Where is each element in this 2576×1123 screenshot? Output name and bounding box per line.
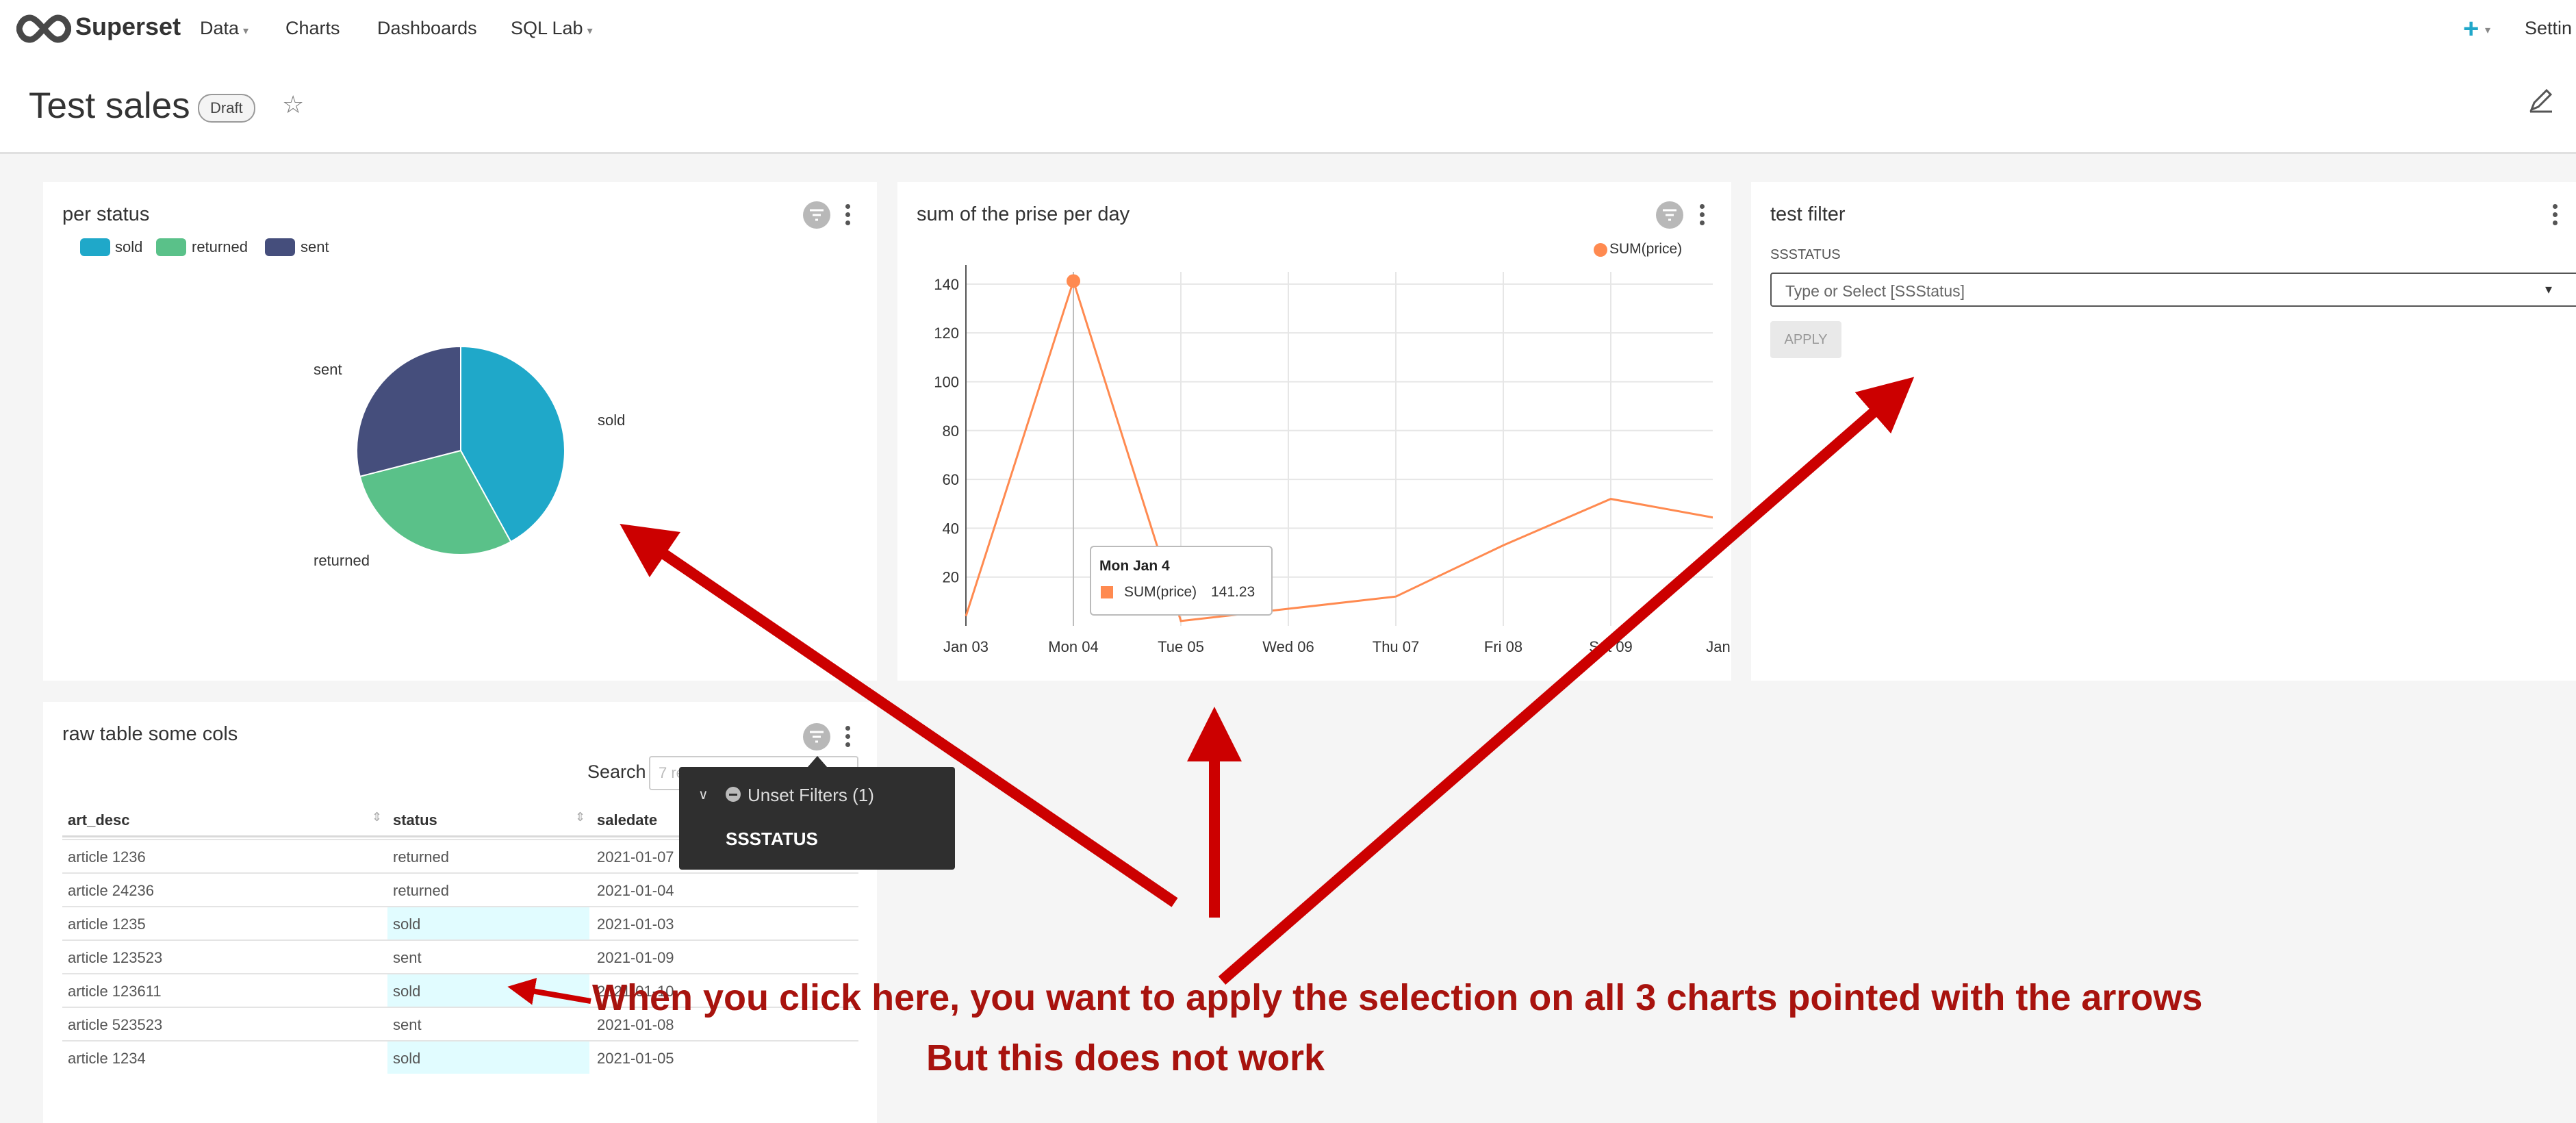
annotation-arrow-pie — [620, 523, 1178, 907]
annotation-line-2: But this does not work — [926, 1037, 1325, 1078]
annotation-arrows — [507, 377, 1915, 1005]
annotation-arrow-table — [507, 978, 591, 1005]
annotation-arrow-filter — [1218, 377, 1915, 985]
annotation-line-1: When you click here, you want to apply t… — [592, 977, 2203, 1018]
